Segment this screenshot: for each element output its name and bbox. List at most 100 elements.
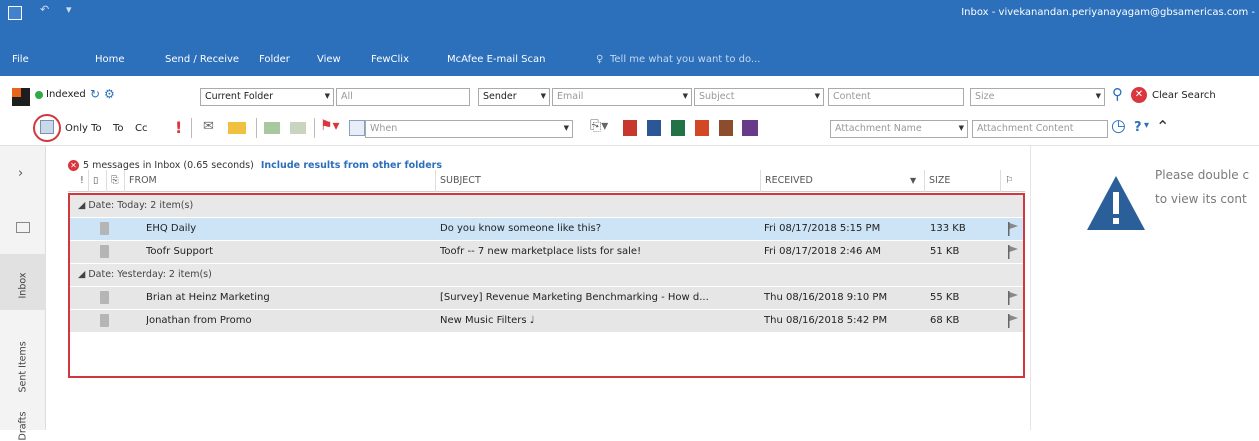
email-placeholder: Email xyxy=(557,91,584,102)
help-button[interactable]: ? xyxy=(1134,120,1142,135)
when-dropdown[interactable]: When ▼ xyxy=(365,120,573,138)
size-column-header[interactable]: SIZE xyxy=(924,170,999,192)
row-from: Brian at Heinz Marketing xyxy=(146,292,270,303)
size-placeholder: Size xyxy=(975,91,995,102)
tab-fewclix[interactable]: FewClix xyxy=(371,54,409,65)
tab-home[interactable]: Home xyxy=(95,54,125,65)
size-field[interactable]: Size ▼ xyxy=(970,88,1105,106)
flag-icon[interactable] xyxy=(1007,291,1019,305)
group-header-today[interactable]: ◢ Date: Today: 2 item(s) xyxy=(70,195,1023,217)
sender-dropdown[interactable]: Sender ▼ xyxy=(478,88,550,106)
trash-icon[interactable] xyxy=(100,245,109,258)
archive-file-icon[interactable] xyxy=(742,120,758,136)
search-ribbon: Indexed ↻ ⚙ Current Folder ▼ All Sender ▼ … xyxy=(0,76,1259,146)
message-row[interactable]: Toofr Support Toofr -- 7 new marketplace… xyxy=(70,241,1023,263)
collapse-group-icon[interactable]: ◢ xyxy=(78,269,85,280)
group-label: Date: Today: 2 item(s) xyxy=(88,200,194,211)
row-size: 55 KB xyxy=(930,292,960,303)
attachment-icon[interactable]: ⎘▾ xyxy=(590,118,608,134)
tab-file[interactable]: File xyxy=(12,54,29,65)
refresh-icon[interactable]: ↻ xyxy=(90,87,100,101)
document-column-icon[interactable]: ▯ xyxy=(88,170,104,192)
trash-icon[interactable] xyxy=(100,314,109,327)
attachment-name-dropdown[interactable]: Attachment Name ▼ xyxy=(830,120,968,138)
chevron-right-icon[interactable]: › xyxy=(18,166,23,181)
chevron-down-icon: ▼ xyxy=(324,92,330,100)
collapse-group-icon[interactable]: ◢ xyxy=(78,200,85,211)
clear-search-icon[interactable]: ✕ xyxy=(1131,87,1147,103)
flag-icon[interactable] xyxy=(1007,245,1019,259)
tab-view[interactable]: View xyxy=(317,54,341,65)
message-row[interactable]: Jonathan from Promo New Music Filters ♩ … xyxy=(70,310,1023,332)
importance-button[interactable]: ! xyxy=(175,118,182,137)
subject-field[interactable]: Subject ▼ xyxy=(694,88,824,106)
message-row[interactable]: EHQ Daily Do you know someone like this?… xyxy=(70,218,1023,240)
help-dropdown-icon[interactable]: ▾ xyxy=(1144,120,1149,131)
divider xyxy=(256,118,257,138)
pdf-icon[interactable] xyxy=(623,120,637,136)
excel-icon[interactable] xyxy=(671,120,685,136)
trash-icon[interactable] xyxy=(100,291,109,304)
categorized-icon[interactable] xyxy=(264,122,280,134)
reading-pane: Please double c to view its cont xyxy=(1030,146,1259,430)
scope-dropdown[interactable]: Current Folder ▼ xyxy=(200,88,334,106)
read-mail-icon[interactable]: ✉ xyxy=(203,119,214,134)
nav-item-drafts[interactable]: Drafts xyxy=(18,403,29,441)
row-size: 133 KB xyxy=(930,223,966,234)
uncategorized-icon[interactable] xyxy=(290,122,306,134)
row-size: 68 KB xyxy=(930,315,960,326)
sort-desc-icon: ▼ xyxy=(910,176,917,185)
undo-icon[interactable]: ↶ xyxy=(40,3,49,16)
clock-icon[interactable]: ◷ xyxy=(1111,116,1126,136)
tell-me-search[interactable]: Tell me what you want to do... xyxy=(610,54,760,65)
message-row[interactable]: Brian at Heinz Marketing [Survey] Revenu… xyxy=(70,287,1023,309)
chevron-down-icon: ▼ xyxy=(1095,92,1101,100)
all-field-placeholder: All xyxy=(341,91,353,102)
flag-icon[interactable] xyxy=(1007,222,1019,236)
folder-icon[interactable] xyxy=(16,222,30,233)
powerpoint-icon[interactable] xyxy=(695,120,709,136)
flag-icon[interactable] xyxy=(1007,314,1019,328)
group-header-yesterday[interactable]: ◢ Date: Yesterday: 2 item(s) xyxy=(70,264,1023,286)
nav-item-sent-items[interactable]: Sent Items xyxy=(18,327,29,392)
when-placeholder: When xyxy=(370,123,398,134)
tab-folder[interactable]: Folder xyxy=(259,54,290,65)
nav-item-inbox[interactable]: Inbox xyxy=(18,265,29,299)
attachment-content-field[interactable]: Attachment Content xyxy=(972,120,1108,138)
unread-mail-icon[interactable] xyxy=(228,122,246,134)
email-field[interactable]: Email ▼ xyxy=(552,88,692,106)
from-column-header[interactable]: FROM xyxy=(124,170,434,192)
settings-icon[interactable]: ⚙ xyxy=(104,87,115,101)
outlook-app-icon[interactable] xyxy=(8,6,22,20)
only-me-icon[interactable] xyxy=(40,120,54,134)
flag-filter-icon[interactable]: ⚑▾ xyxy=(320,118,340,134)
quick-access-dropdown-icon[interactable]: ▾ xyxy=(66,3,72,16)
group-label: Date: Yesterday: 2 item(s) xyxy=(88,269,212,280)
word-icon[interactable] xyxy=(647,120,661,136)
collapse-ribbon-icon[interactable]: ⌃ xyxy=(1156,117,1169,136)
search-icon[interactable]: ⚲ xyxy=(1112,85,1123,103)
received-column-header[interactable]: RECEIVED xyxy=(760,170,923,192)
warning-icon xyxy=(1087,176,1145,230)
all-search-field[interactable]: All xyxy=(336,88,470,106)
only-to-button[interactable]: Only To xyxy=(65,123,102,134)
row-from: EHQ Daily xyxy=(146,223,197,234)
sender-value: Sender xyxy=(483,91,517,102)
content-field[interactable]: Content xyxy=(828,88,964,106)
importance-column-header[interactable]: ! xyxy=(76,170,84,192)
row-from: Jonathan from Promo xyxy=(146,315,252,326)
cc-button[interactable]: Cc xyxy=(135,123,147,134)
image-file-icon[interactable] xyxy=(719,120,733,136)
ribbon-tabs: File Home Send / Receive Folder View Few… xyxy=(0,44,1259,76)
trash-icon[interactable] xyxy=(100,222,109,235)
to-button[interactable]: To xyxy=(113,123,124,134)
indexed-label: Indexed xyxy=(46,89,86,100)
tab-mcafee[interactable]: McAfee E-mail Scan xyxy=(447,54,545,65)
row-subject: [Survey] Revenue Marketing Benchmarking … xyxy=(440,292,709,303)
flag-column-icon[interactable]: ⚐ xyxy=(1000,170,1014,192)
tab-send-receive[interactable]: Send / Receive xyxy=(165,54,239,65)
folder-pane: › Inbox Sent Items Drafts xyxy=(0,146,46,441)
subject-column-header[interactable]: SUBJECT xyxy=(435,170,759,192)
attachment-column-icon[interactable]: ⎘ xyxy=(106,170,122,192)
clear-search-button[interactable]: Clear Search xyxy=(1152,90,1216,101)
